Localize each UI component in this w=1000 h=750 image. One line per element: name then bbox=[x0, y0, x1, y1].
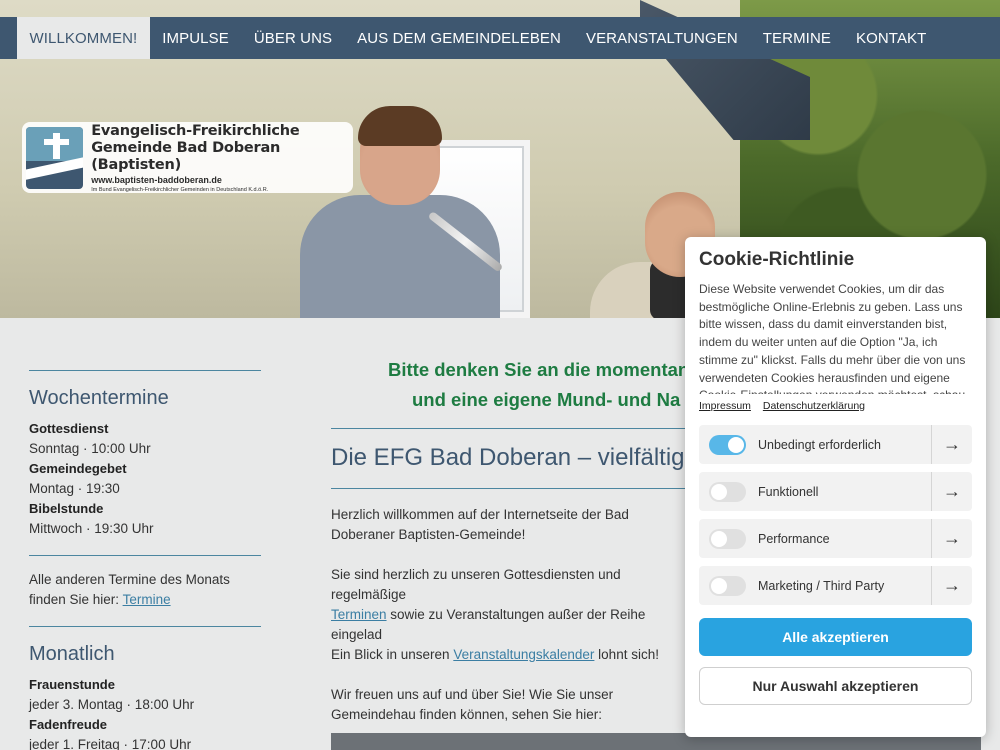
directions-paragraph: Wir freuen uns auf und über Sie! Wie Sie… bbox=[331, 687, 614, 722]
weekly-item-title: Gemeindegebet bbox=[29, 461, 127, 476]
weekly-item: Gottesdienst Sonntag · 10:00 Uhr bbox=[29, 419, 261, 459]
weekly-item-time: Montag · 19:30 bbox=[29, 481, 120, 496]
monthly-heading: Monatlich bbox=[29, 643, 115, 665]
nav-item-gemeindeleben[interactable]: AUS DEM GEMEINDELEBEN bbox=[345, 17, 574, 59]
toggle-switch[interactable] bbox=[709, 481, 746, 502]
weekly-item: Bibelstunde Mittwoch · 19:30 Uhr bbox=[29, 499, 261, 539]
divider bbox=[29, 626, 261, 627]
other-dates-text: Alle anderen Termine des Monats finden S… bbox=[29, 570, 261, 610]
weekly-item: Gemeindegebet Montag · 19:30 bbox=[29, 459, 261, 499]
terminen-link[interactable]: Terminen bbox=[331, 607, 387, 622]
arrow-right-icon[interactable]: → bbox=[931, 472, 972, 511]
invite-text: Ein Blick in unseren bbox=[331, 647, 454, 662]
nav-item-kontakt[interactable]: KONTAKT bbox=[843, 17, 938, 59]
arrow-right-icon[interactable]: → bbox=[931, 566, 972, 605]
logo-line2: Gemeinde Bad Doberan (Baptisten) bbox=[91, 139, 281, 173]
site-logo[interactable]: Evangelisch-Freikirchliche Gemeinde Bad … bbox=[22, 122, 353, 193]
cookie-option-label: Marketing / Third Party bbox=[758, 578, 885, 593]
arrow-right-icon[interactable]: → bbox=[931, 519, 972, 558]
monthly-item-title: Fadenfreude bbox=[29, 717, 108, 732]
cookie-option-label: Funktionell bbox=[758, 484, 819, 499]
veranstaltungskalender-link[interactable]: Veranstaltungskalender bbox=[453, 647, 594, 662]
intro-paragraph: Herzlich willkommen auf der Internetseit… bbox=[331, 507, 629, 542]
monthly-item-time: jeder 3. Montag · 18:00 Uhr bbox=[29, 697, 195, 712]
monthly-item-time: jeder 1. Freitag · 17:00 Uhr bbox=[29, 737, 192, 750]
logo-url: www.baptisten-baddoberan.de bbox=[91, 174, 222, 185]
nav-item-ueber-uns[interactable]: ÜBER UNS bbox=[241, 17, 344, 59]
arrow-right-icon[interactable]: → bbox=[931, 425, 972, 464]
termine-link[interactable]: Termine bbox=[123, 592, 171, 607]
weekly-item-time: Sonntag · 10:00 Uhr bbox=[29, 441, 151, 456]
cookie-option-label: Performance bbox=[758, 531, 830, 546]
invite-text: lohnt sich! bbox=[594, 647, 659, 662]
weekly-item-title: Gottesdienst bbox=[29, 421, 109, 436]
monthly-item: Fadenfreude jeder 1. Freitag · 17:00 Uhr bbox=[29, 715, 261, 750]
cookie-option-functional: Funktionell → bbox=[699, 472, 972, 511]
logo-tagline: Im Bund Evangelisch-Freikirchlicher Geme… bbox=[91, 186, 269, 193]
cookie-option-performance: Performance → bbox=[699, 519, 972, 558]
weekly-item-title: Bibelstunde bbox=[29, 501, 104, 516]
nav-item-willkommen[interactable]: WILLKOMMEN! bbox=[17, 17, 150, 59]
cookie-description: Diese Website verwendet Cookies, um dir … bbox=[699, 282, 966, 394]
invite-text: Sie sind herzlich zu unseren Gottesdiens… bbox=[331, 567, 621, 602]
divider bbox=[29, 370, 261, 371]
cookie-option-marketing: Marketing / Third Party → bbox=[699, 566, 972, 605]
toggle-switch[interactable] bbox=[709, 434, 746, 455]
main-nav: WILLKOMMEN! IMPULSE ÜBER UNS AUS DEM GEM… bbox=[0, 17, 1000, 59]
cookie-links: Impressum Datenschutzerklärung bbox=[699, 400, 972, 412]
toggle-switch[interactable] bbox=[709, 575, 746, 596]
impressum-link[interactable]: Impressum bbox=[699, 400, 751, 412]
sidebar: Wochentermine Gottesdienst Sonntag · 10:… bbox=[29, 370, 261, 750]
nav-item-veranstaltungen[interactable]: VERANSTALTUNGEN bbox=[573, 17, 750, 59]
cookie-option-necessary: Unbedingt erforderlich → bbox=[699, 425, 972, 464]
privacy-link[interactable]: Datenschutzerklärung bbox=[763, 400, 865, 412]
monthly-item-title: Frauenstunde bbox=[29, 677, 115, 692]
logo-line1: Evangelisch-Freikirchliche bbox=[91, 122, 300, 139]
weekly-heading: Wochentermine bbox=[29, 387, 169, 409]
cookie-title: Cookie-Richtlinie bbox=[699, 249, 855, 270]
cross-logo-icon bbox=[26, 126, 84, 189]
accept-all-button[interactable]: Alle akzeptieren bbox=[699, 618, 972, 656]
accept-selection-button[interactable]: Nur Auswahl akzeptieren bbox=[699, 667, 972, 705]
divider bbox=[29, 555, 261, 556]
nav-item-impulse[interactable]: IMPULSE bbox=[150, 17, 242, 59]
weekly-item-time: Mittwoch · 19:30 Uhr bbox=[29, 521, 154, 536]
nav-item-termine[interactable]: TERMINE bbox=[750, 17, 843, 59]
monthly-item: Frauenstunde jeder 3. Montag · 18:00 Uhr bbox=[29, 675, 261, 715]
cookie-option-label: Unbedingt erforderlich bbox=[758, 437, 881, 452]
cookie-dialog: Cookie-Richtlinie Diese Website verwende… bbox=[685, 237, 986, 737]
invite-paragraph: Sie sind herzlich zu unseren Gottesdiens… bbox=[331, 565, 691, 665]
toggle-switch[interactable] bbox=[709, 528, 746, 549]
